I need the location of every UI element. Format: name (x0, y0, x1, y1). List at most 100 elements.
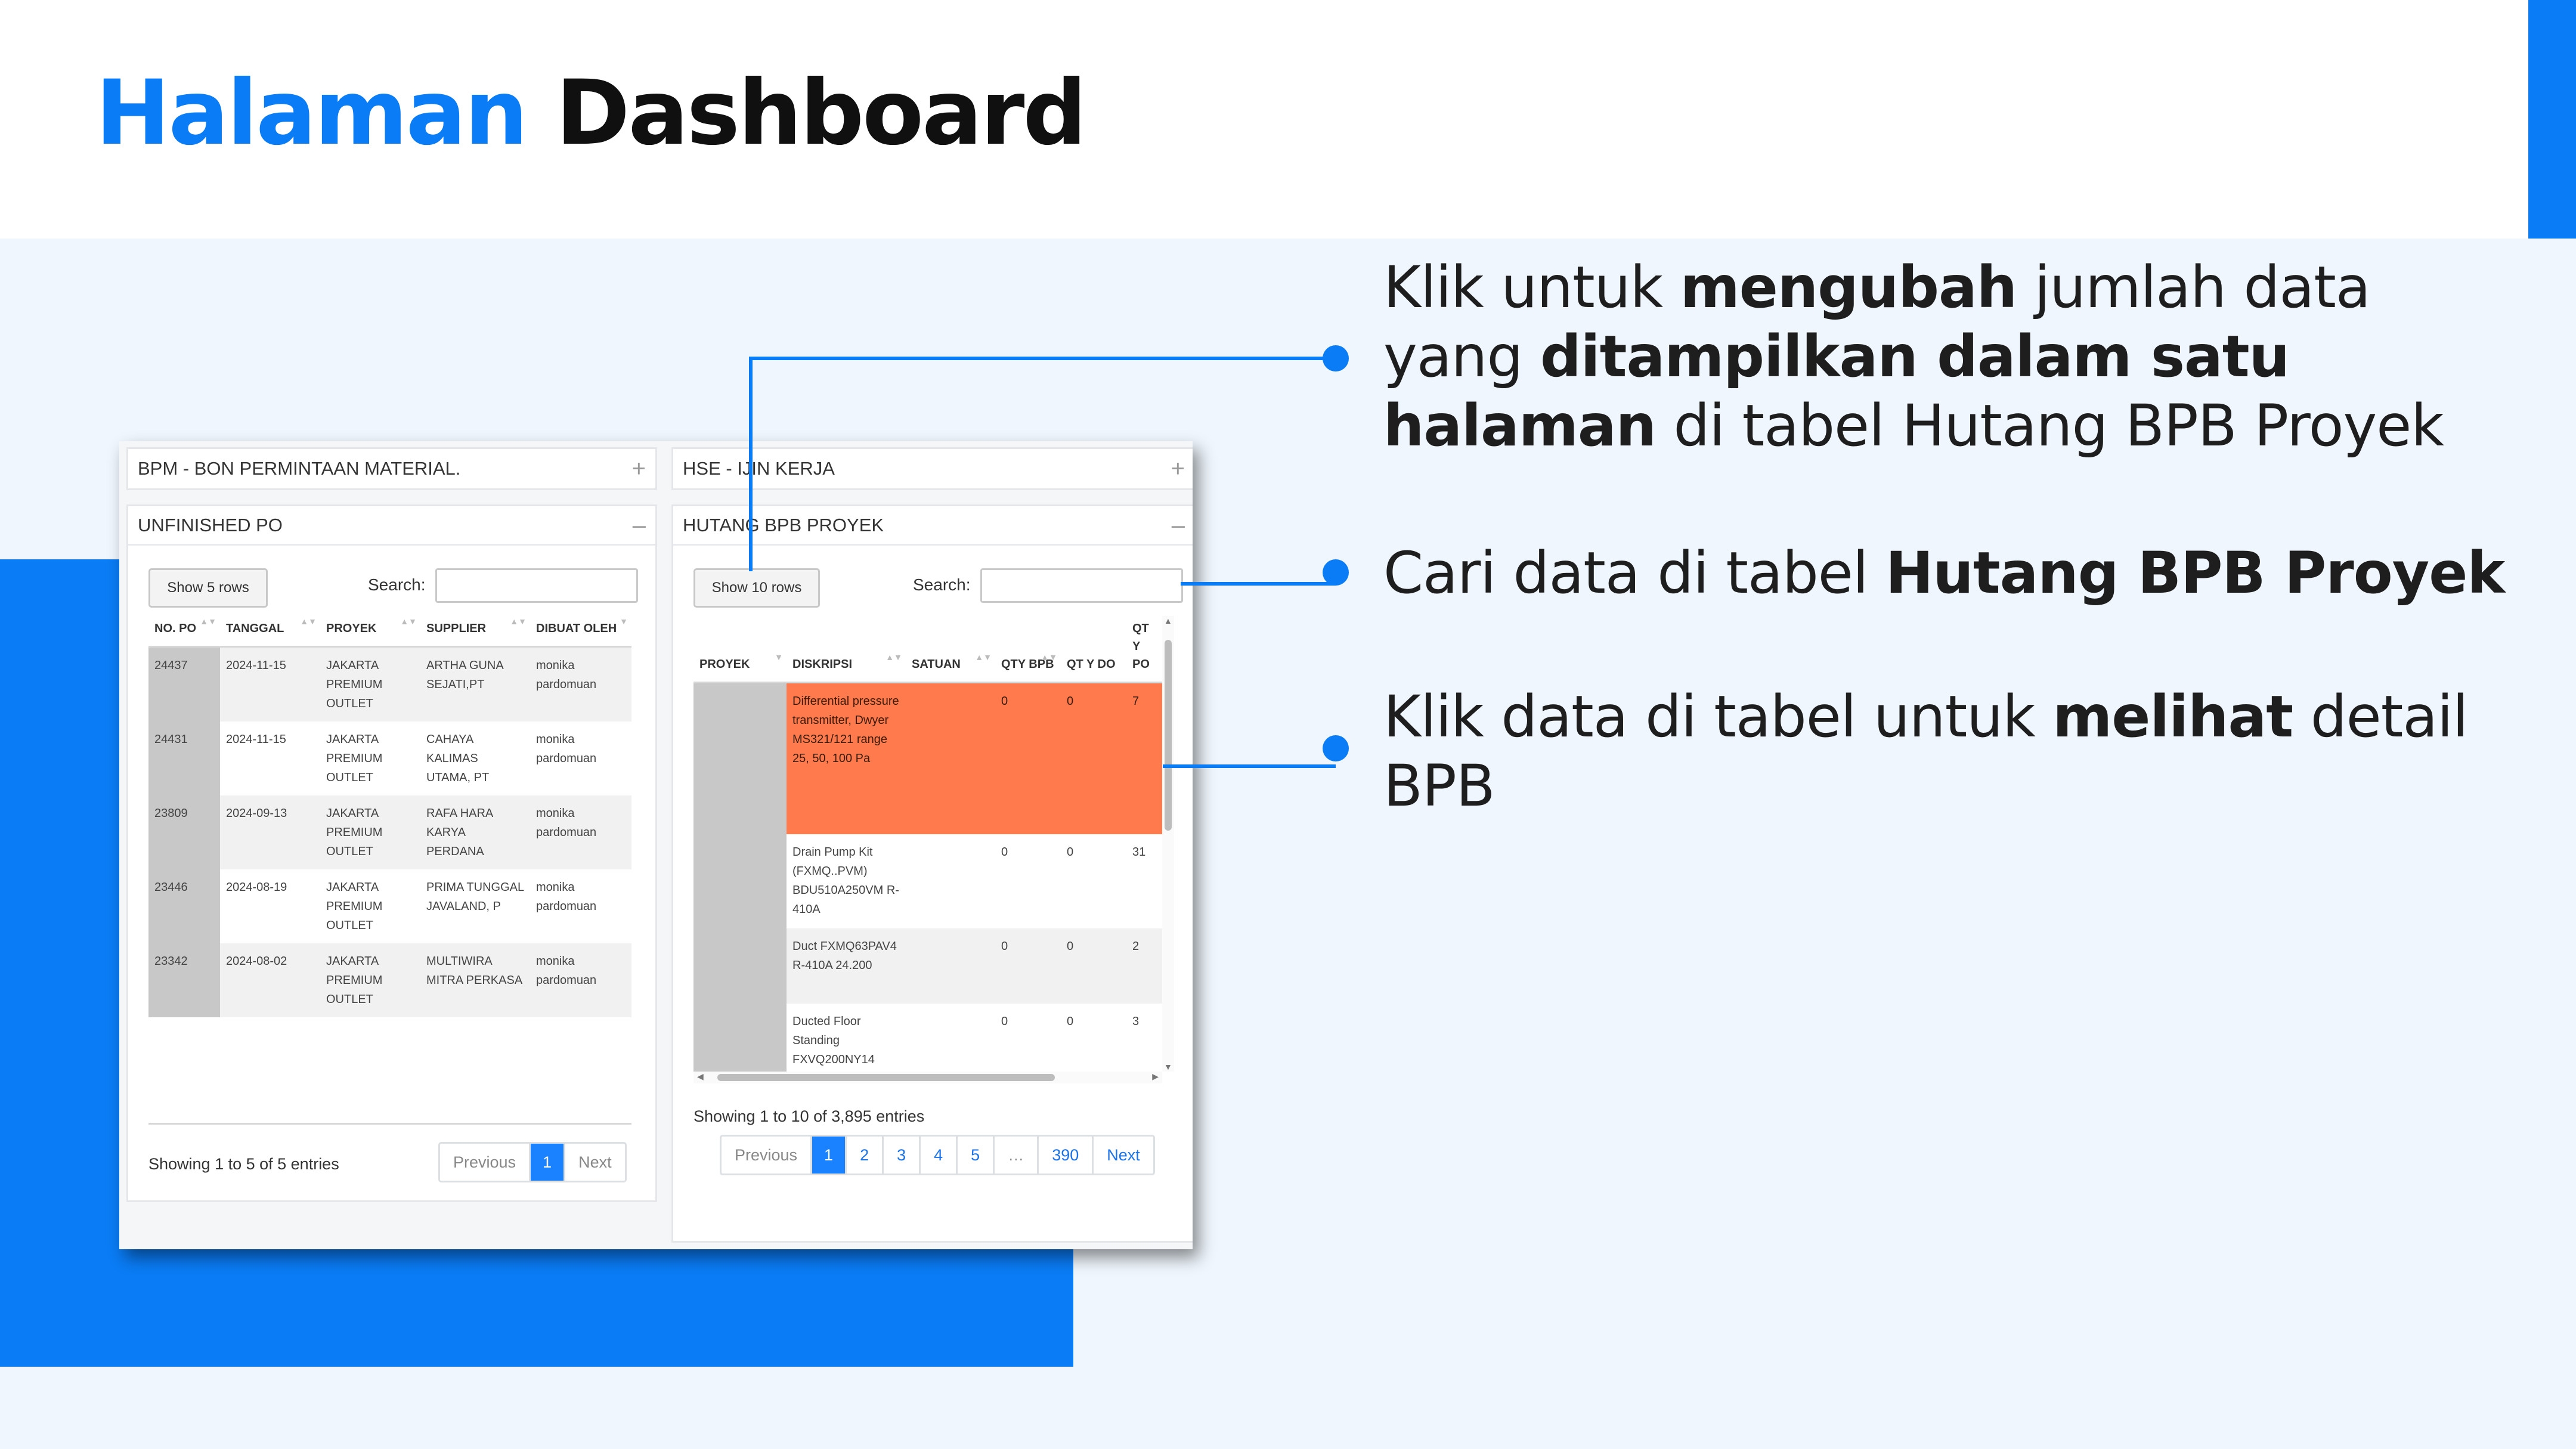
pagination: Previous 1 2 3 4 5 … 390 Next (720, 1135, 1155, 1175)
previous-page-button[interactable]: Previous (440, 1144, 531, 1181)
column-header[interactable]: DISKRIPSI ▲▼ (787, 616, 906, 683)
table-cell: 2024-08-02 (220, 943, 320, 1017)
page-button[interactable]: 3 (884, 1137, 921, 1174)
table-row[interactable]: 23446 2024-08-19 JAKARTA PREMIUM OUTLET … (148, 869, 631, 943)
table-row[interactable]: Duct FXMQ63PAV4 R-410A 24.200 0 0 2 (693, 928, 1162, 1004)
annotation-3: Klik data di tabel untuk melihat detail … (1383, 683, 2469, 819)
page-button[interactable]: 1 (812, 1137, 847, 1174)
column-header[interactable]: QT Y PO (1126, 616, 1162, 683)
table-cell: 31 (1132, 845, 1146, 859)
table-footer-divider (148, 1123, 631, 1125)
table-row[interactable]: 24437 2024-11-15 JAKARTA PREMIUM OUTLET … (148, 646, 631, 722)
annotation-2: Cari data di tabel Hutang BPB Proyek (1383, 540, 2505, 606)
scroll-thumb[interactable] (717, 1074, 1055, 1081)
hutang-bpb-table: PROYEK ▼ DISKRIPSI ▲▼ SATUAN ▲▼ QTY BPB ▲▼ Q… (693, 616, 1162, 1079)
page-button[interactable]: 5 (958, 1137, 995, 1174)
column-header[interactable]: QTY BPB ▲▼ (995, 616, 1061, 683)
page-button[interactable]: 2 (847, 1137, 884, 1174)
table-cell: 0 (1067, 845, 1074, 859)
table-row[interactable]: Ducted Floor Standing FXVQ200NY14 0 0 3 (693, 1003, 1162, 1079)
table-row[interactable]: Drain Pump Kit (FXMQ..PVM) BDU510A250VM … (693, 834, 1162, 928)
table-cell: 2024-09-13 (220, 795, 320, 869)
hse-panel-title: HSE - IJIN KERJA (683, 458, 835, 479)
table-cell (906, 834, 995, 928)
table-cell: 7 (1126, 682, 1162, 834)
accent-bar (2528, 0, 2576, 239)
sort-icon: ▼ (775, 652, 783, 662)
table-cell: monika pardomuan (536, 881, 597, 913)
table-row[interactable]: 23809 2024-09-13 JAKARTA PREMIUM OUTLET … (148, 795, 631, 869)
table-cell: 0 (1067, 1014, 1074, 1028)
table-cell: 0 (995, 928, 1061, 1004)
table-cell (906, 1004, 995, 1079)
column-header[interactable]: SUPPLIER ▲▼ (420, 616, 530, 648)
collapse-icon[interactable]: – (1172, 513, 1185, 537)
connector-line-3 (1163, 764, 1336, 768)
table-cell: monika pardomuan (536, 733, 597, 765)
table-header-row: NO. PO ▲▼ TANGGAL ▲▼ PROYEK ▲▼ SUPPLIER ▲▼ D… (148, 616, 631, 648)
table-cell: ARTHA GUNA SEJATI,PT (420, 646, 530, 722)
table-cell: 24437 (148, 646, 220, 722)
entries-info: Showing 1 to 10 of 3,895 entries (693, 1107, 925, 1125)
table-cell: JAKARTA PREMIUM OUTLET (320, 646, 420, 722)
column-header[interactable]: PROYEK ▲▼ (320, 616, 420, 648)
dashboard-screenshot: BPM - BON PERMINTAAN MATERIAL. + HSE - I… (119, 441, 1193, 1249)
bpm-panel-header[interactable]: BPM - BON PERMINTAAN MATERIAL. + (128, 449, 655, 488)
table-cell (906, 928, 995, 1004)
pagination: Previous 1 Next (438, 1142, 627, 1182)
column-header[interactable]: PROYEK ▼ (693, 616, 787, 683)
column-header[interactable]: NO. PO ▲▼ (148, 616, 220, 648)
scroll-thumb[interactable] (1165, 640, 1172, 831)
collapse-icon[interactable]: – (633, 513, 646, 537)
sort-icon: ▲▼ (1041, 652, 1057, 662)
table-cell: 24431 (148, 722, 220, 795)
search-input[interactable] (980, 568, 1183, 603)
hutang-bpb-panel: HUTANG BPB PROYEK – Show 10 rows Search:… (671, 504, 1193, 1243)
search-input[interactable] (435, 568, 638, 603)
show-rows-button[interactable]: Show 10 rows (693, 568, 820, 608)
scroll-up-icon: ▲ (1164, 616, 1172, 626)
table-cell: 23809 (148, 795, 220, 869)
sort-icon: ▲▼ (975, 652, 992, 662)
show-rows-button[interactable]: Show 5 rows (148, 568, 268, 608)
table-scroll-area[interactable]: PROYEK ▼ DISKRIPSI ▲▼ SATUAN ▲▼ QTY BPB ▲▼ Q… (693, 616, 1176, 1083)
search-label: Search: (368, 575, 426, 594)
previous-page-button[interactable]: Previous (722, 1137, 813, 1174)
table-cell: 2024-08-19 (226, 881, 287, 894)
unfinished-po-header[interactable]: UNFINISHED PO – (128, 506, 655, 546)
page-ellipsis: … (995, 1137, 1039, 1174)
next-page-button[interactable]: Next (565, 1144, 625, 1181)
column-header[interactable]: QT Y DO (1061, 616, 1126, 683)
column-header[interactable]: SATUAN ▲▼ (906, 616, 995, 683)
page-title: Halaman Dashboard (95, 60, 1087, 167)
table-cell: 0 (1001, 845, 1008, 859)
table-row[interactable]: 24431 2024-11-15 JAKARTA PREMIUM OUTLET … (148, 722, 631, 795)
expand-icon[interactable]: + (1171, 457, 1185, 481)
table-cell: monika pardomuan (530, 646, 631, 722)
table-cell: PRIMA TUNGGAL JAVALAND, P (426, 881, 524, 913)
table-cell (693, 682, 787, 834)
bpm-panel: BPM - BON PERMINTAAN MATERIAL. + (126, 447, 657, 490)
table-row[interactable]: 23342 2024-08-02 JAKARTA PREMIUM OUTLET … (148, 943, 631, 1017)
column-header[interactable]: DIBUAT OLEH ▼ (530, 616, 631, 648)
table-cell: MULTIWIRA MITRA PERKASA (420, 943, 530, 1017)
column-header[interactable]: TANGGAL ▲▼ (220, 616, 320, 648)
table-cell: monika pardomuan (530, 795, 631, 869)
connector-line-1-vertical (749, 357, 753, 571)
horizontal-scrollbar[interactable]: ◀ ▶ (693, 1072, 1162, 1083)
table-row-selected[interactable]: Differential pressure transmitter, Dwyer… (693, 682, 1162, 834)
vertical-scrollbar[interactable]: ▲ ▼ (1162, 616, 1174, 1072)
expand-icon[interactable]: + (632, 457, 646, 481)
sort-icon: ▲▼ (300, 617, 317, 626)
page-button[interactable]: 390 (1039, 1137, 1094, 1174)
table-cell: JAKARTA PREMIUM OUTLET (320, 943, 420, 1017)
page-button[interactable]: 1 (531, 1144, 566, 1181)
page-button[interactable]: 4 (921, 1137, 958, 1174)
table-cell: 2024-11-15 (220, 646, 320, 722)
table-cell: Differential pressure transmitter, Dwyer… (787, 682, 906, 834)
next-page-button[interactable]: Next (1094, 1137, 1153, 1174)
connector-line-1-horizontal (749, 357, 1336, 360)
table-cell: 23446 (148, 869, 220, 943)
title-part-1: Halaman (95, 61, 528, 165)
connector-dot-2 (1323, 559, 1349, 586)
